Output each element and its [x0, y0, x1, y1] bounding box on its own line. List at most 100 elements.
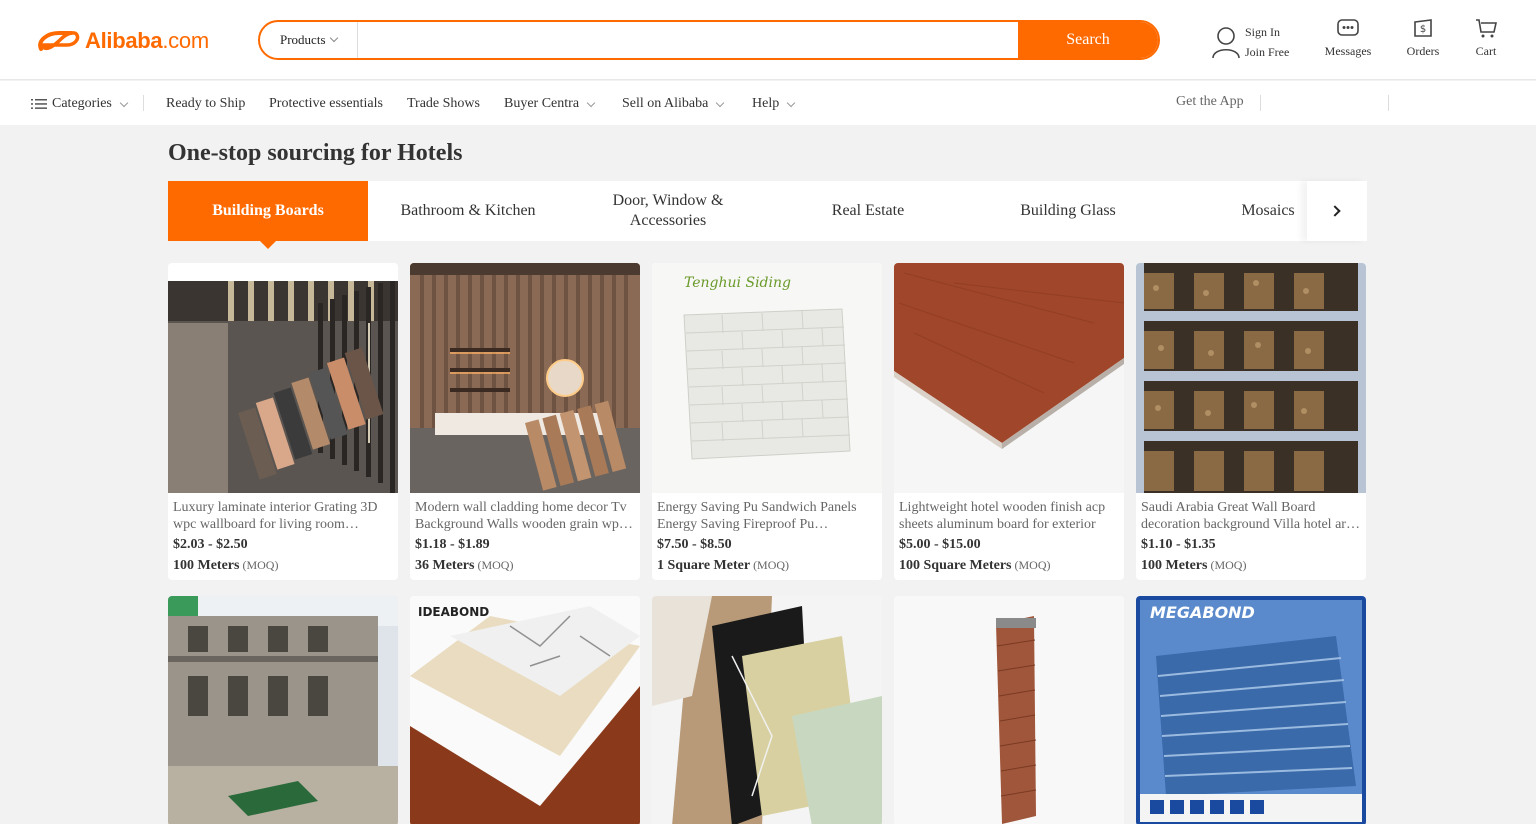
moq-label: (MOQ) [1014, 558, 1051, 572]
cart-icon [1476, 19, 1497, 38]
chevron-down-icon [119, 98, 129, 107]
product-card[interactable]: Luxury laminate interior Grating 3D wpc … [168, 263, 398, 580]
product-image[interactable] [1136, 263, 1366, 493]
nav-buyer-central[interactable]: Buyer Centra [504, 96, 596, 112]
product-card[interactable]: Lightweight hotel wooden finish acp shee… [894, 263, 1124, 580]
tab-label: Mosaics [1241, 202, 1295, 219]
main-nav: Categories Ready to Ship Protective esse… [0, 81, 1536, 125]
moq-value: 100 Meters [173, 558, 240, 573]
moq-label: (MOQ) [1210, 558, 1247, 572]
product-image[interactable] [894, 263, 1124, 493]
page-title: One-stop sourcing for Hotels [168, 140, 463, 166]
messages-label: Messages [1324, 44, 1372, 58]
product-image[interactable] [168, 263, 398, 493]
messages-button[interactable]: Messages [1318, 18, 1378, 59]
product-card[interactable] [894, 596, 1124, 824]
join-free-link[interactable]: Join Free [1245, 42, 1289, 62]
product-card[interactable]: Saudi Arabia Great Wall Board decoration… [1136, 263, 1366, 580]
get-the-app-link[interactable]: Get the App [1176, 94, 1244, 110]
product-card[interactable] [652, 596, 882, 824]
messages-icon [1337, 19, 1359, 36]
nav-protective-essentials[interactable]: Protective essentials [269, 96, 383, 112]
logo-suffix: .com [162, 28, 209, 53]
nav-protective-essentials-label: Protective essentials [269, 96, 383, 111]
account-menu[interactable]: Sign In Join Free [1210, 22, 1289, 62]
product-title[interactable]: Energy Saving Pu Sandwich Panels Energy … [652, 493, 882, 533]
tab-building-glass[interactable]: Building Glass [968, 181, 1168, 241]
chevron-down-icon [786, 98, 796, 107]
moq-value: 36 Meters [415, 558, 475, 573]
search-category-dropdown[interactable]: Products [260, 22, 358, 58]
product-card[interactable]: Modern wall cladding home decor Tv Backg… [410, 263, 640, 580]
nav-help-label: Help [752, 96, 780, 111]
search-input[interactable] [358, 22, 1018, 58]
product-image[interactable] [168, 596, 398, 824]
cart-button[interactable]: Cart [1456, 18, 1516, 59]
product-moq: 100 Meters (MOQ) [168, 553, 398, 580]
nav-sell-on-alibaba[interactable]: Sell on Alibaba [622, 96, 725, 112]
product-price: $1.18 - $1.89 [415, 537, 490, 552]
nav-ready-to-ship[interactable]: Ready to Ship [166, 96, 245, 112]
sign-in-link[interactable]: Sign In [1245, 22, 1289, 42]
nav-divider [1260, 95, 1261, 111]
list-icon [31, 99, 47, 109]
chevron-down-icon [329, 33, 338, 43]
categories-label: Categories [52, 96, 112, 111]
tab-label: Real Estate [831, 202, 905, 219]
product-image[interactable] [410, 263, 640, 493]
product-image[interactable]: IDEABOND [410, 596, 640, 824]
product-title[interactable]: Luxury laminate interior Grating 3D wpc … [168, 493, 398, 533]
cart-label: Cart [1475, 44, 1497, 58]
product-moq: 100 Square Meters (MOQ) [894, 553, 1124, 580]
tab-real-estate[interactable]: Real Estate [768, 181, 968, 241]
moq-value: 100 Meters [1141, 558, 1208, 573]
tab-label: Building Boards [212, 202, 324, 219]
nav-sell-on-alibaba-label: Sell on Alibaba [622, 96, 709, 111]
alibaba-logo-icon [38, 31, 80, 51]
product-price: $5.00 - $15.00 [899, 537, 981, 552]
product-image[interactable]: MEGABOND [1136, 596, 1366, 824]
search-category-label: Products [280, 32, 326, 47]
search-button[interactable]: Search [1018, 22, 1158, 58]
product-price: $2.03 - $2.50 [173, 537, 248, 552]
product-card[interactable]: Tenghui Siding Energy Saving Pu Sandwich… [652, 263, 882, 580]
product-image[interactable] [652, 596, 882, 824]
nav-divider [1388, 95, 1389, 111]
tab-label: Bathroom & Kitchen [400, 202, 536, 219]
alibaba-logo[interactable]: Alibaba.com [37, 26, 209, 56]
chevron-down-icon [716, 98, 725, 107]
brand-watermark: MEGABOND [1150, 603, 1255, 622]
product-moq: 100 Meters (MOQ) [1136, 553, 1366, 580]
product-price: $1.10 - $1.35 [1141, 537, 1216, 552]
product-title[interactable]: Saudi Arabia Great Wall Board decoration… [1136, 493, 1366, 533]
product-card[interactable]: IDEABOND [410, 596, 640, 824]
tab-label: Building Glass [1020, 202, 1116, 219]
nav-help[interactable]: Help [752, 96, 796, 112]
tab-door-window-accessories[interactable]: Door, Window & Accessories [568, 181, 768, 241]
brand-watermark: IDEABOND [418, 605, 489, 619]
svg-text:$: $ [1420, 24, 1426, 35]
product-moq: 1 Square Meter (MOQ) [652, 553, 882, 580]
product-image[interactable] [894, 596, 1124, 824]
nav-buyer-central-label: Buyer Centra [504, 96, 580, 111]
nav-divider [143, 95, 144, 111]
tab-bathroom-kitchen[interactable]: Bathroom & Kitchen [368, 181, 568, 241]
moq-label: (MOQ) [242, 558, 279, 572]
search-bar: Products Search [258, 20, 1160, 60]
moq-value: 100 Square Meters [899, 558, 1012, 573]
logo-wordmark: Alibaba [85, 28, 163, 53]
product-card[interactable]: MEGABOND [1136, 596, 1366, 824]
orders-button[interactable]: $ Orders [1393, 18, 1453, 59]
tabs-next-button[interactable] [1307, 181, 1367, 241]
nav-ready-to-ship-label: Ready to Ship [166, 96, 246, 111]
product-card[interactable] [168, 596, 398, 824]
tab-building-boards[interactable]: Building Boards [168, 181, 368, 249]
categories-menu[interactable]: Categories [31, 96, 129, 112]
moq-label: (MOQ) [753, 558, 790, 572]
product-title[interactable]: Modern wall cladding home decor Tv Backg… [410, 493, 640, 533]
orders-label: Orders [1406, 44, 1440, 58]
nav-trade-shows[interactable]: Trade Shows [407, 96, 480, 112]
product-title[interactable]: Lightweight hotel wooden finish acp shee… [894, 493, 1124, 533]
product-moq: 36 Meters (MOQ) [410, 553, 640, 580]
product-image[interactable]: Tenghui Siding [652, 263, 882, 493]
